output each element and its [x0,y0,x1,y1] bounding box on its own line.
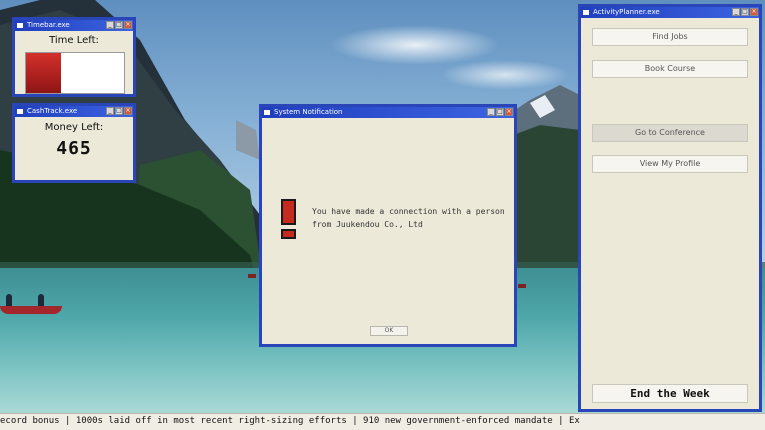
planner-titlebar[interactable]: ActivityPlanner.exe _ □ × [581,7,759,18]
notification-titlebar[interactable]: System Notification _ □ × [262,107,514,118]
buoy [248,274,256,278]
minimize-icon[interactable]: _ [732,8,740,16]
paddler [38,294,44,306]
notification-message: You have made a connection with a person… [312,207,505,229]
buoy [518,284,526,288]
maximize-icon[interactable]: □ [496,108,504,116]
close-icon[interactable]: × [124,21,132,29]
window-icon [17,109,23,114]
view-my-profile-button[interactable]: View My Profile [592,155,748,173]
book-course-button[interactable]: Book Course [592,60,748,78]
close-icon[interactable]: × [750,8,758,16]
maximize-icon[interactable]: □ [115,21,123,29]
close-icon[interactable]: × [124,107,132,115]
timebar-window[interactable]: Timebar.exe _ □ × Time Left: [12,17,136,97]
money-left-label: Money Left: [44,122,104,133]
window-title: System Notification [274,108,343,116]
ok-button[interactable]: OK [370,326,408,336]
exclamation-icon [281,199,296,239]
minimize-icon[interactable]: _ [487,108,495,116]
minimize-icon[interactable]: _ [106,107,114,115]
timebar-titlebar[interactable]: Timebar.exe _ □ × [15,20,133,31]
cashtrack-titlebar[interactable]: CashTrack.exe _ □ × [15,106,133,117]
window-title: CashTrack.exe [27,107,78,115]
time-left-label: Time Left: [49,35,99,46]
news-ticker: ecord bonus | 1000s laid off in most rec… [0,413,765,430]
maximize-icon[interactable]: □ [115,107,123,115]
paddler [6,294,12,306]
money-left-value: 465 [56,138,92,159]
go-to-conference-button[interactable]: Go to Conference [592,124,748,142]
window-title: ActivityPlanner.exe [593,8,660,16]
window-icon [17,23,23,28]
time-left-bar [25,52,125,94]
time-left-fill [26,53,62,93]
cashtrack-window[interactable]: CashTrack.exe _ □ × Money Left: 465 [12,103,136,183]
end-the-week-button[interactable]: End the Week [592,384,748,403]
planner-window[interactable]: ActivityPlanner.exe _ □ × Find Jobs Book… [578,4,762,412]
window-icon [583,10,589,15]
window-icon [264,110,270,115]
window-title: Timebar.exe [27,21,70,29]
notification-window[interactable]: System Notification _ □ × You have made … [259,104,517,347]
close-icon[interactable]: × [505,108,513,116]
maximize-icon[interactable]: □ [741,8,749,16]
find-jobs-button[interactable]: Find Jobs [592,28,748,46]
minimize-icon[interactable]: _ [106,21,114,29]
canoe [0,306,62,314]
